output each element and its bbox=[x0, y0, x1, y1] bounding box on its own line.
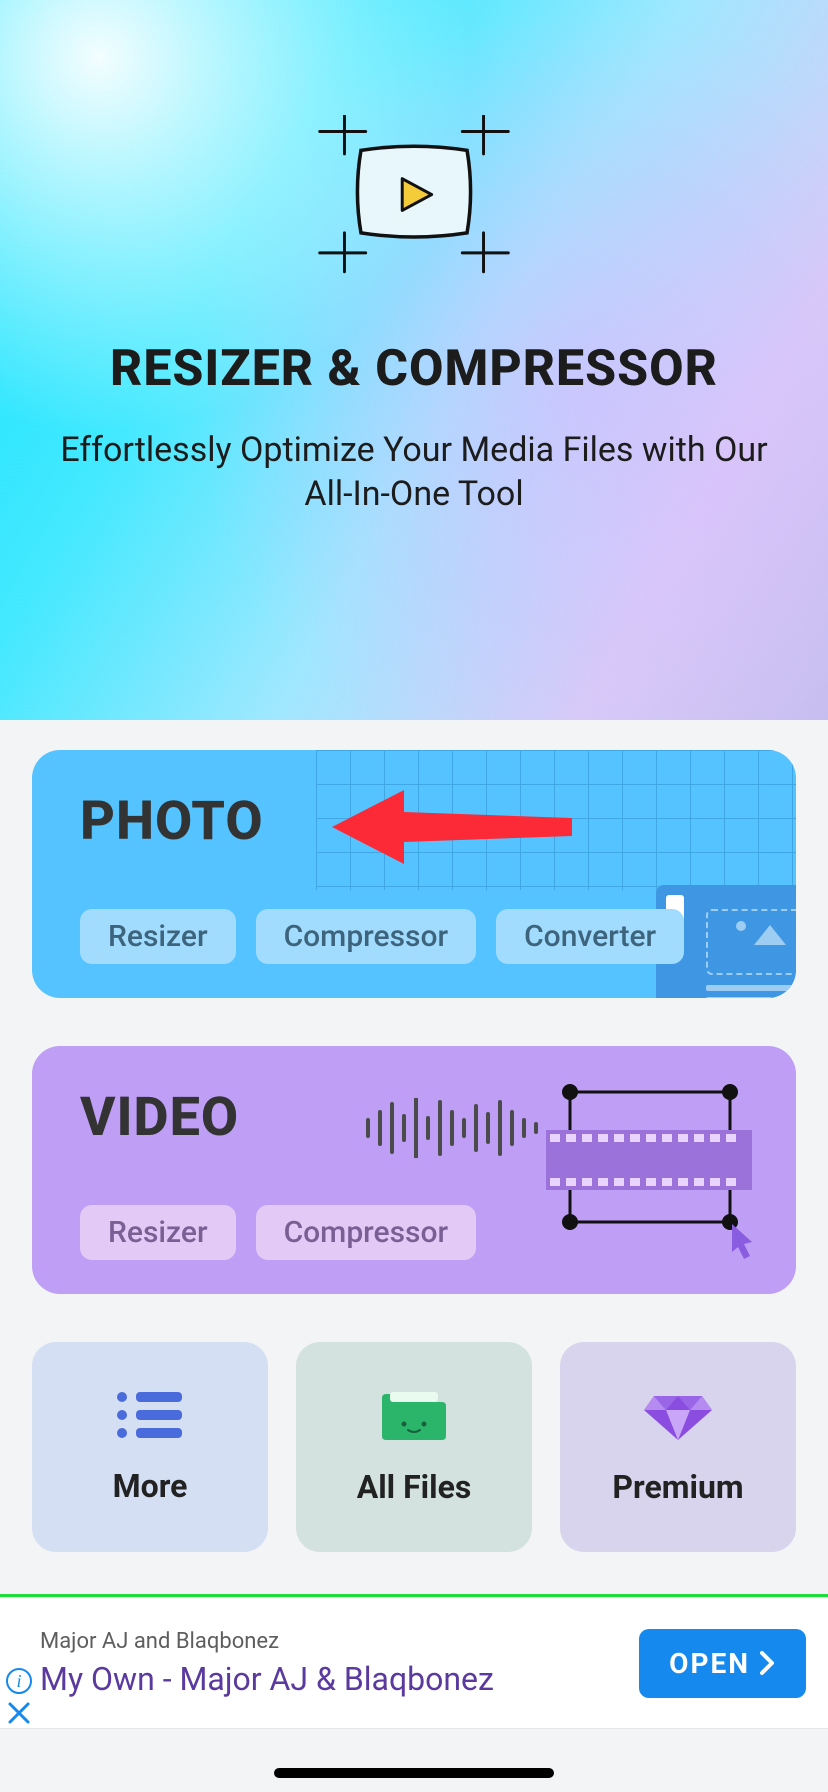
ad-open-button[interactable]: OPEN bbox=[639, 1629, 806, 1698]
folder-icon bbox=[378, 1388, 450, 1442]
all-files-tile[interactable]: All Files bbox=[296, 1342, 532, 1552]
video-chip-row: Resizer Compressor bbox=[80, 1205, 476, 1260]
photo-compressor-chip[interactable]: Compressor bbox=[256, 909, 477, 964]
photo-grid-decoration bbox=[316, 750, 796, 890]
hero-title: RESIZER & COMPRESSOR bbox=[0, 340, 828, 398]
home-indicator bbox=[274, 1768, 554, 1778]
audio-wave-icon bbox=[362, 1098, 562, 1158]
photo-resizer-chip[interactable]: Resizer bbox=[80, 909, 236, 964]
ad-close-icon[interactable] bbox=[6, 1700, 32, 1726]
photo-card[interactable]: PHOTO Resizer Compressor Converter bbox=[32, 750, 796, 998]
film-crop-icon bbox=[546, 1074, 766, 1274]
app-logo-icon bbox=[254, 0, 574, 280]
ad-title: My Own - Major AJ & Blaqbonez bbox=[40, 1660, 639, 1698]
ad-banner[interactable]: i Major AJ and Blaqbonez My Own - Major … bbox=[0, 1597, 828, 1729]
photo-converter-chip[interactable]: Converter bbox=[496, 909, 684, 964]
bottom-tiles: More All Files Premium bbox=[32, 1342, 796, 1552]
photo-card-title: PHOTO bbox=[80, 790, 264, 853]
photo-chip-row: Resizer Compressor Converter bbox=[80, 909, 684, 964]
ad-info-icon[interactable]: i bbox=[6, 1668, 32, 1694]
ad-top-line: Major AJ and Blaqbonez bbox=[40, 1629, 639, 1654]
all-files-label: All Files bbox=[357, 1468, 472, 1506]
hero-section: RESIZER & COMPRESSOR Effortlessly Optimi… bbox=[0, 0, 828, 720]
diamond-icon bbox=[642, 1388, 714, 1442]
ad-text-block: Major AJ and Blaqbonez My Own - Major AJ… bbox=[40, 1629, 639, 1698]
more-label: More bbox=[113, 1467, 188, 1505]
video-card-title: VIDEO bbox=[80, 1086, 239, 1149]
chevron-right-icon bbox=[758, 1650, 776, 1676]
premium-label: Premium bbox=[612, 1468, 743, 1506]
video-compressor-chip[interactable]: Compressor bbox=[256, 1205, 477, 1260]
video-card[interactable]: VIDEO bbox=[32, 1046, 796, 1294]
video-resizer-chip[interactable]: Resizer bbox=[80, 1205, 236, 1260]
hero-subtitle: Effortlessly Optimize Your Media Files w… bbox=[0, 428, 828, 516]
ad-open-label: OPEN bbox=[669, 1647, 750, 1680]
more-tile[interactable]: More bbox=[32, 1342, 268, 1552]
list-icon bbox=[114, 1389, 186, 1441]
premium-tile[interactable]: Premium bbox=[560, 1342, 796, 1552]
